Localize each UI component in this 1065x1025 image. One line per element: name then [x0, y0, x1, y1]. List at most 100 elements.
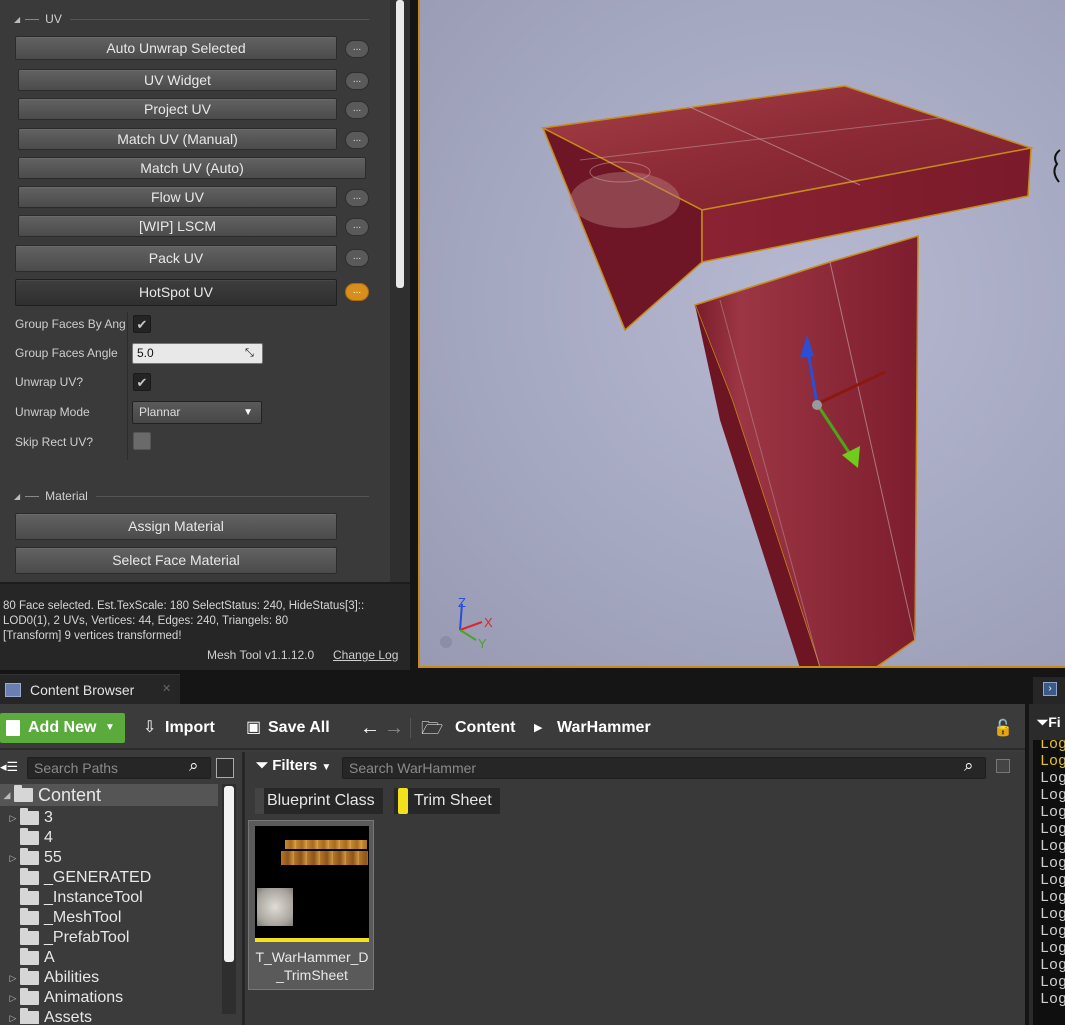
property-divider[interactable]: [127, 312, 128, 460]
forward-arrow-icon[interactable]: →: [384, 713, 404, 743]
auto-unwrap-options-button[interactable]: ...: [345, 40, 369, 58]
search-icon[interactable]: ⌕: [189, 756, 199, 776]
asset-type-color-bar: [255, 938, 369, 942]
group-faces-by-angle-checkbox[interactable]: ✔: [133, 315, 151, 333]
folder-icon: [20, 848, 39, 865]
expand-triangle-icon[interactable]: ▷: [6, 853, 20, 864]
folder-icon: [20, 808, 39, 825]
folder-icon: [20, 928, 39, 945]
tree-item-a[interactable]: A: [6, 948, 55, 968]
toolbar-separator: [0, 748, 1025, 750]
unwrap-mode-dropdown[interactable]: Plannar ▼: [132, 401, 262, 424]
view-options-icon[interactable]: [216, 758, 234, 778]
search-assets-input[interactable]: Search WarHammer: [342, 757, 986, 779]
tree-item-4[interactable]: 4: [6, 828, 53, 848]
filter-chip-blueprint-class[interactable]: Blueprint Class: [255, 788, 383, 814]
unwrap-uv-checkbox[interactable]: ✔: [133, 373, 151, 391]
tree-item-3[interactable]: ▷ 3: [6, 808, 53, 828]
lscm-button[interactable]: [WIP] LSCM: [18, 215, 337, 237]
filter-chip-trim-sheet[interactable]: Trim Sheet: [394, 788, 500, 814]
expand-triangle-icon[interactable]: ▷: [6, 813, 20, 824]
axis-y-label: Y: [478, 636, 487, 651]
add-new-button[interactable]: Add New ▼: [0, 713, 125, 743]
back-arrow-icon[interactable]: ←: [360, 713, 380, 743]
project-uv-button[interactable]: Project UV: [18, 98, 337, 120]
import-button[interactable]: Import: [165, 713, 215, 743]
match-uv-auto-button[interactable]: Match UV (Auto): [18, 157, 366, 179]
flow-uv-button[interactable]: Flow UV: [18, 186, 337, 208]
tree-item-abilities[interactable]: ▷ Abilities: [6, 968, 99, 988]
select-face-material-button[interactable]: Select Face Material: [15, 547, 337, 574]
hotspot-uv-options-button[interactable]: ...: [345, 283, 369, 301]
search-paths-input[interactable]: Search Paths: [27, 757, 211, 779]
checkmark-icon: ✔: [136, 317, 148, 332]
filters-button[interactable]: ⏷ Filters ▼: [256, 757, 331, 774]
search-icon[interactable]: ⌕: [964, 756, 974, 776]
save-all-button[interactable]: Save All: [268, 713, 330, 743]
pack-uv-button[interactable]: Pack UV: [15, 245, 337, 272]
assign-material-button[interactable]: Assign Material: [15, 513, 337, 540]
collapse-triangle-icon[interactable]: ◢: [14, 15, 20, 24]
hotspot-uv-button[interactable]: HotSpot UV: [15, 279, 337, 306]
uv-section-header[interactable]: ◢ UV: [14, 12, 369, 26]
tool-scrollbar-thumb[interactable]: [396, 0, 404, 288]
collapse-triangle-icon[interactable]: ◢: [14, 492, 20, 501]
tree-root-content[interactable]: ◢ Content: [0, 784, 218, 806]
close-tab-icon[interactable]: ✕: [162, 682, 171, 695]
match-uv-manual-options-button[interactable]: ...: [345, 131, 369, 149]
project-uv-options-button[interactable]: ...: [345, 101, 369, 119]
tree-item-label: _GENERATED: [44, 869, 152, 886]
tree-item-animations[interactable]: ▷ Animations: [6, 988, 123, 1008]
tree-item-meshtool[interactable]: _MeshTool: [6, 908, 121, 928]
content-browser-icon: [5, 683, 21, 697]
filter-chip-color: [255, 788, 264, 814]
drag-handle-icon[interactable]: ⤡: [245, 347, 254, 360]
uv-widget-button[interactable]: UV Widget: [18, 69, 337, 91]
log-area: Log Log Log Log Log Log Log Log Log Log Log Log Log L…: [1033, 740, 1065, 1025]
skip-rect-uv-checkbox[interactable]: [133, 432, 151, 450]
log-line: Log: [1040, 770, 1065, 787]
expand-triangle-icon[interactable]: ▷: [6, 973, 20, 984]
lscm-options-button[interactable]: ...: [345, 218, 369, 236]
collapse-triangle-icon[interactable]: ◢: [0, 790, 14, 801]
asset-name-line: T_WarHammer_D: [255, 949, 369, 965]
breadcrumb-separator-icon[interactable]: ▶: [534, 713, 542, 743]
folder-icon: [20, 1008, 39, 1024]
match-uv-manual-button[interactable]: Match UV (Manual): [18, 128, 337, 150]
3d-viewport[interactable]: Z X Y: [418, 0, 1065, 668]
group-faces-angle-field[interactable]: 5.0: [132, 343, 263, 364]
gizmo-pivot[interactable]: [812, 400, 822, 410]
lock-icon[interactable]: 🔓: [993, 718, 1013, 738]
flow-uv-options-button[interactable]: ...: [345, 189, 369, 207]
uv-widget-options-button[interactable]: ...: [345, 72, 369, 90]
save-search-icon[interactable]: [996, 759, 1010, 773]
texture-swirl: [570, 172, 680, 228]
filters-label: Filters: [272, 757, 318, 774]
tree-item-assets[interactable]: ▷ Assets: [6, 1008, 92, 1024]
output-log-tab[interactable]: ›: [1033, 677, 1065, 704]
output-filters-button[interactable]: ⏷Fi: [1037, 714, 1061, 731]
tree-item-instancetool[interactable]: _InstanceTool: [6, 888, 143, 908]
tree-scrollbar-thumb[interactable]: [224, 786, 234, 962]
log-line: Log: [1040, 821, 1065, 838]
asset-tile[interactable]: T_WarHammer_D _TrimSheet: [248, 820, 374, 990]
tree-item-prefabtool[interactable]: _PrefabTool: [6, 928, 129, 948]
help-icon[interactable]: [440, 636, 452, 648]
change-log-link[interactable]: Change Log: [333, 648, 398, 662]
auto-unwrap-selected-button[interactable]: Auto Unwrap Selected: [15, 36, 337, 60]
material-section-header[interactable]: ◢ Material: [14, 489, 369, 503]
breadcrumb-warhammer[interactable]: WarHammer: [557, 713, 651, 743]
tree-item-55[interactable]: ▷ 55: [6, 848, 62, 868]
tree-item-label: Abilities: [44, 969, 100, 986]
pack-uv-options-button[interactable]: ...: [345, 249, 369, 267]
breadcrumb-content[interactable]: Content: [455, 713, 515, 743]
collapse-sources-icon[interactable]: ◂☰: [0, 759, 18, 775]
output-filters-label: Fi: [1048, 714, 1061, 730]
trim-swatch: [257, 888, 293, 926]
expand-triangle-icon[interactable]: ▷: [6, 1013, 20, 1024]
unwrap-mode-value: Plannar: [139, 405, 181, 419]
panel-splitter[interactable]: [242, 752, 245, 1025]
content-browser-tab[interactable]: Content Browser ✕: [0, 674, 180, 704]
expand-triangle-icon[interactable]: ▷: [6, 993, 20, 1004]
tree-item-generated[interactable]: _GENERATED: [6, 868, 151, 888]
